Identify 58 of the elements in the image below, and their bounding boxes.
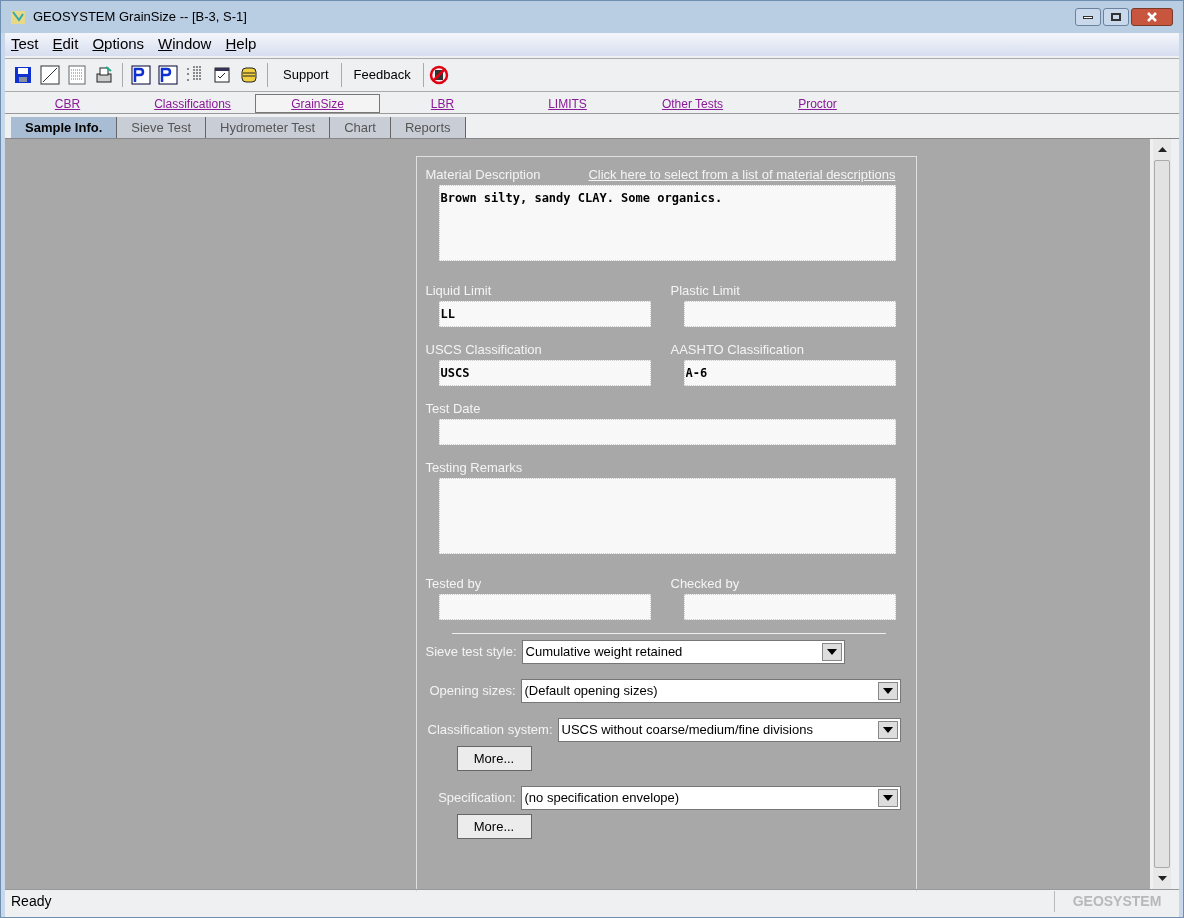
test-link[interactable]: Other Tests [630, 94, 755, 113]
field-label: Testing Remarks [425, 459, 523, 477]
field-label: Plastic Limit [670, 282, 740, 300]
close-button[interactable] [1131, 8, 1173, 26]
field-label: Tested by [425, 575, 482, 593]
app-icon [9, 8, 27, 26]
status-brand: GEOSYSTEM [1054, 891, 1179, 912]
input-field[interactable] [683, 301, 896, 327]
scroll-up-arrow-icon[interactable] [1157, 147, 1167, 152]
tab[interactable]: Chart [330, 117, 391, 138]
dropdown[interactable]: Cumulative weight retained [521, 640, 845, 664]
input-field[interactable] [683, 594, 896, 620]
field-label: USCS Classification [425, 341, 542, 359]
menu-item[interactable]: Help [225, 33, 257, 56]
more-button[interactable]: More... [456, 814, 532, 839]
more-button[interactable]: More... [456, 746, 532, 771]
field-label: Checked by [670, 575, 740, 593]
menu-item[interactable]: Edit [52, 33, 79, 56]
test-link[interactable]: LIMITS [505, 94, 630, 113]
test-link[interactable]: CBR [5, 94, 130, 113]
scroll-down-arrow-icon[interactable] [1157, 876, 1167, 881]
text-area[interactable]: Brown silty, sandy CLAY. Some organics. [438, 185, 896, 261]
tab[interactable]: Reports [391, 117, 466, 138]
tab[interactable]: Sample Info. [11, 117, 118, 138]
tab[interactable]: Sieve Test [117, 117, 207, 138]
select-label: Specification: [438, 789, 516, 808]
scrollbar[interactable] [1153, 139, 1171, 889]
test-link[interactable]: Classifications [130, 94, 255, 113]
input-field[interactable] [438, 419, 896, 445]
menu-item[interactable]: Window [158, 33, 212, 56]
toolbar-button[interactable]: Support [274, 65, 338, 85]
menu-item[interactable]: Options [92, 33, 145, 56]
status-text: Ready [10, 892, 52, 911]
field-label: Material Description [425, 166, 541, 184]
test-link[interactable]: GrainSize [255, 94, 380, 113]
maximize-button[interactable] [1103, 8, 1129, 26]
window-title: GEOSYSTEM GrainSize -- [B-3, S-1] [33, 8, 247, 27]
menu-item[interactable]: Test [11, 33, 39, 56]
dropdown[interactable]: USCS without coarse/medium/fine divisions [557, 718, 901, 742]
input-field[interactable]: USCS [438, 360, 651, 386]
chart-icon[interactable] [38, 63, 62, 87]
test-link[interactable]: LBR [380, 94, 505, 113]
dropdown[interactable]: (Default opening sizes) [520, 679, 901, 703]
input-field[interactable] [438, 594, 651, 620]
select-label: Sieve test style: [425, 643, 517, 662]
toolbar-button[interactable]: Feedback [344, 65, 420, 85]
dropdown[interactable]: (no specification envelope) [520, 786, 901, 810]
field-label: Liquid Limit [425, 282, 492, 300]
test-link[interactable]: Proctor [755, 94, 880, 113]
close-icon [1146, 12, 1158, 22]
tab[interactable]: Hydrometer Test [206, 117, 331, 138]
input-field[interactable]: A-6 [683, 360, 896, 386]
select-label: Opening sizes: [429, 682, 516, 701]
field-label: Test Date [425, 400, 481, 418]
minimize-button[interactable] [1075, 8, 1101, 26]
field-label: AASHTO Classification [670, 341, 804, 359]
input-field[interactable]: LL [438, 301, 651, 327]
select-label: Classification system: [427, 721, 553, 740]
